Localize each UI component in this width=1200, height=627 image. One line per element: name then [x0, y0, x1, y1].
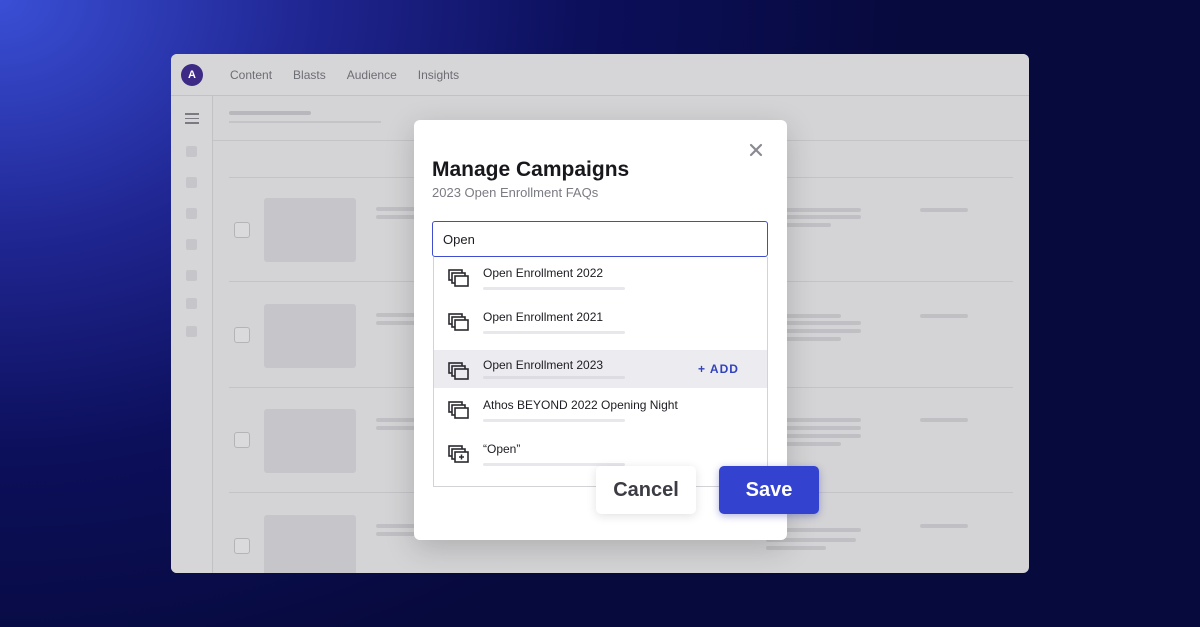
breadcrumb-placeholder [229, 121, 381, 123]
sidebar-item[interactable] [186, 208, 197, 219]
nav-insights[interactable]: Insights [418, 68, 459, 82]
close-icon[interactable] [746, 140, 766, 160]
sidebar-item[interactable] [186, 177, 197, 188]
campaign-stack-icon [448, 362, 469, 380]
add-campaign-button[interactable]: + ADD [698, 362, 739, 376]
sidebar-item[interactable] [186, 298, 197, 309]
result-item[interactable]: Athos BEYOND 2022 Opening Night [434, 389, 767, 427]
row-thumbnail [264, 409, 356, 473]
result-label: Open Enrollment 2023 [483, 358, 604, 372]
sidebar-item[interactable] [186, 326, 197, 337]
campaign-stack-icon [448, 269, 469, 287]
breadcrumb-placeholder [229, 111, 311, 115]
main-nav: Content Blasts Audience Insights [230, 68, 480, 82]
sidebar-item[interactable] [186, 239, 197, 250]
nav-audience[interactable]: Audience [347, 68, 397, 82]
row-thumbnail [264, 198, 356, 262]
result-item-highlighted[interactable]: Open Enrollment 2023 + ADD [434, 350, 767, 388]
campaign-stack-icon [448, 313, 469, 331]
sidebar-item[interactable] [186, 270, 197, 281]
row-checkbox[interactable] [234, 327, 250, 343]
result-subtext-placeholder [483, 331, 625, 334]
nav-blasts[interactable]: Blasts [293, 68, 326, 82]
result-label: Athos BEYOND 2022 Opening Night [483, 398, 678, 412]
cancel-button[interactable]: Cancel [596, 466, 696, 514]
campaign-results-list: Open Enrollment 2022 Open Enrollment 202… [433, 257, 768, 487]
app-logo[interactable]: A [181, 64, 203, 86]
result-item[interactable]: Open Enrollment 2022 [434, 257, 767, 295]
result-label: Open Enrollment 2022 [483, 266, 604, 280]
sidebar-item[interactable] [186, 146, 197, 157]
text-placeholder [920, 418, 968, 422]
campaign-create-icon [448, 445, 469, 463]
campaign-stack-icon [448, 401, 469, 419]
result-subtext-placeholder [483, 419, 625, 422]
result-item[interactable]: Open Enrollment 2021 [434, 301, 767, 339]
text-placeholder [920, 524, 968, 528]
modal-title: Manage Campaigns [432, 158, 630, 181]
result-subtext-placeholder [483, 376, 625, 379]
save-button[interactable]: Save [719, 466, 819, 514]
row-thumbnail [264, 304, 356, 368]
result-label: “Open” [483, 442, 521, 456]
row-thumbnail [264, 515, 356, 573]
result-subtext-placeholder [483, 287, 625, 290]
nav-content[interactable]: Content [230, 68, 272, 82]
modal-subtitle: 2023 Open Enrollment FAQs [432, 185, 599, 200]
text-placeholder [920, 208, 968, 212]
row-checkbox[interactable] [234, 432, 250, 448]
text-placeholder [766, 546, 826, 550]
hamburger-menu-icon[interactable] [185, 113, 199, 124]
top-nav-bar: A Content Blasts Audience Insights [171, 54, 1029, 96]
text-placeholder [920, 314, 968, 318]
campaign-search-input[interactable] [432, 221, 768, 257]
result-label: Open Enrollment 2021 [483, 310, 604, 324]
row-checkbox[interactable] [234, 538, 250, 554]
sidebar [171, 96, 213, 573]
row-checkbox[interactable] [234, 222, 250, 238]
